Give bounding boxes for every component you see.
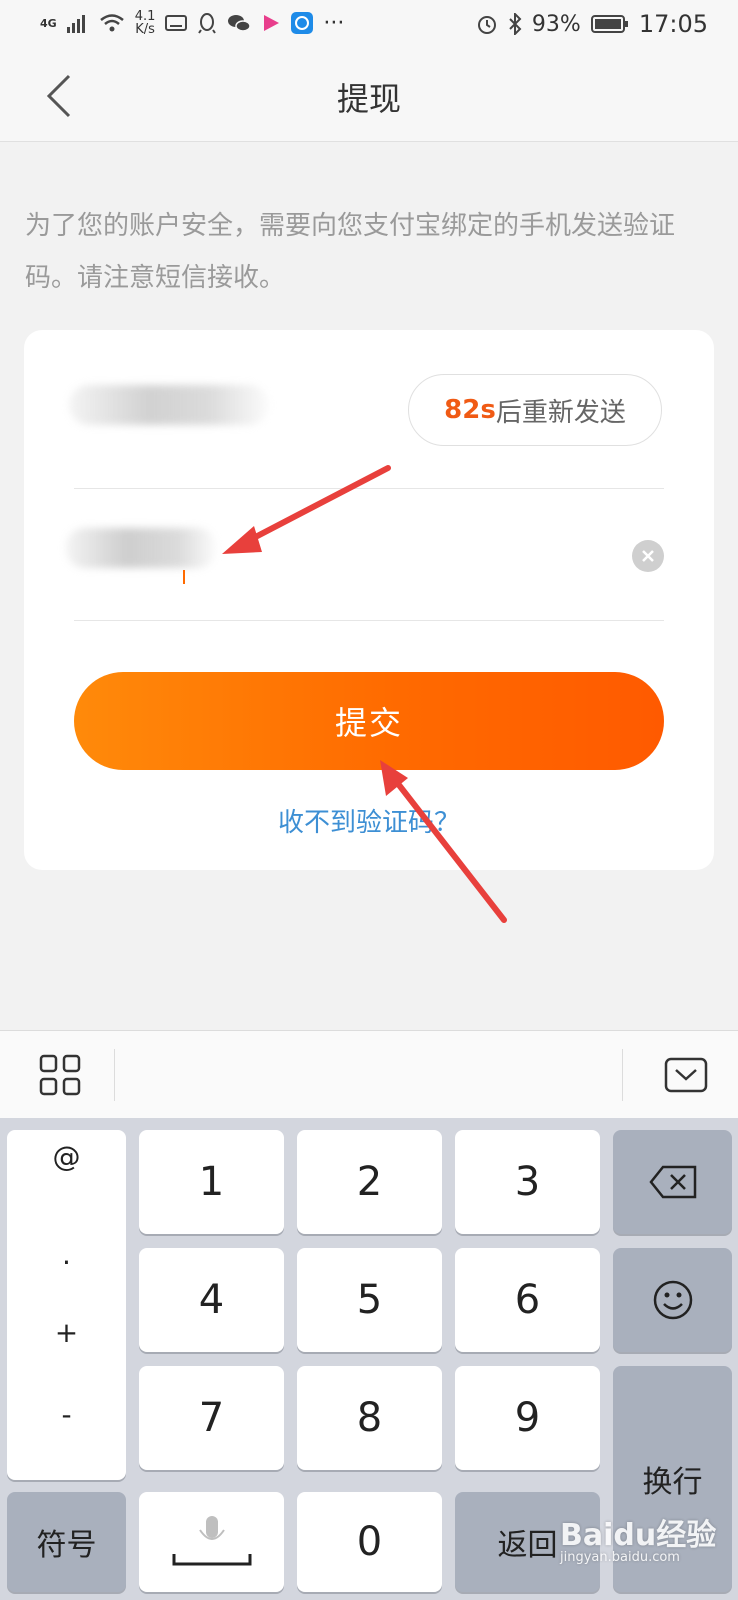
clear-icon bbox=[642, 550, 654, 562]
keyboard-collapse-icon[interactable] bbox=[664, 1057, 708, 1093]
resend-code-button[interactable]: 82s 后重新发送 bbox=[408, 374, 662, 446]
resend-label: 后重新发送 bbox=[495, 397, 626, 428]
key-2[interactable]: 2 bbox=[297, 1130, 442, 1234]
keyboard-icon bbox=[165, 15, 188, 31]
watermark-brand: Baidu经验 bbox=[560, 1518, 717, 1553]
key-7[interactable]: 7 bbox=[139, 1366, 284, 1470]
divider bbox=[74, 620, 664, 621]
page-title: 提现 bbox=[336, 80, 401, 118]
no-code-help-link[interactable]: 收不到验证码？ bbox=[24, 802, 714, 839]
network-speed: 4.1 K/s bbox=[135, 10, 156, 36]
alarm-icon bbox=[477, 16, 496, 34]
nav-bar: 提现 bbox=[0, 52, 738, 142]
key-at[interactable]: @ bbox=[7, 1140, 126, 1173]
network-type: 4G bbox=[40, 16, 57, 30]
keyboard-menu-icon[interactable] bbox=[38, 1053, 84, 1099]
toolbar-separator bbox=[114, 1049, 115, 1101]
verification-card: 82s 后重新发送 提交 收不到验证码？ bbox=[24, 330, 714, 870]
key-6[interactable]: 6 bbox=[455, 1248, 600, 1352]
smiley-icon bbox=[653, 1280, 692, 1320]
battery-icon bbox=[590, 15, 628, 33]
input-caret bbox=[183, 570, 185, 584]
qq-icon bbox=[198, 13, 217, 34]
status-left: 4G 4.1 K/s ··· bbox=[40, 10, 344, 36]
code-value-blurred bbox=[66, 528, 216, 568]
status-right: 93% 17:05 bbox=[476, 10, 708, 38]
divider bbox=[74, 488, 664, 489]
speed-unit: K/s bbox=[135, 22, 155, 37]
key-0[interactable]: 0 bbox=[297, 1492, 442, 1592]
symbols-key[interactable]: 符号 bbox=[7, 1492, 126, 1592]
clear-input-button[interactable] bbox=[632, 540, 664, 572]
key-3[interactable]: 3 bbox=[455, 1130, 600, 1234]
toolbar-separator bbox=[622, 1049, 623, 1101]
key-4[interactable]: 4 bbox=[139, 1248, 284, 1352]
submit-button[interactable]: 提交 bbox=[74, 672, 664, 770]
resend-countdown: 82s bbox=[444, 395, 496, 425]
voice-space-key[interactable] bbox=[139, 1492, 284, 1592]
key-5[interactable]: 5 bbox=[297, 1248, 442, 1352]
wechat-icon bbox=[228, 15, 252, 32]
app-icon bbox=[291, 12, 314, 34]
backspace-icon bbox=[648, 1165, 696, 1199]
key-dot[interactable]: . bbox=[7, 1238, 126, 1271]
signal-icon bbox=[66, 15, 85, 33]
clock: 17:05 bbox=[638, 10, 708, 38]
microphone-icon bbox=[172, 1516, 251, 1566]
phone-number-blurred bbox=[69, 385, 269, 425]
key-1[interactable]: 1 bbox=[139, 1130, 284, 1234]
more-icon: ··· bbox=[323, 10, 345, 36]
symbol-column: @ . + - bbox=[7, 1130, 126, 1480]
keyboard-toolbar bbox=[0, 1030, 738, 1118]
watermark: Baidu经验 jingyan.baidu.com bbox=[560, 1510, 730, 1570]
wifi-icon bbox=[99, 14, 124, 32]
emoji-key[interactable] bbox=[613, 1248, 732, 1352]
key-8[interactable]: 8 bbox=[297, 1366, 442, 1470]
key-minus[interactable]: - bbox=[7, 1398, 126, 1431]
key-plus[interactable]: + bbox=[7, 1316, 126, 1349]
key-9[interactable]: 9 bbox=[455, 1366, 600, 1470]
status-bar: 4G 4.1 K/s ··· 93% 17:05 bbox=[0, 0, 738, 52]
security-notice: 为了您的账户安全，需要向您支付宝绑定的手机发送验证码。请注意短信接收。 bbox=[25, 211, 676, 293]
bluetooth-icon bbox=[509, 13, 522, 35]
video-icon bbox=[264, 15, 280, 31]
backspace-key[interactable] bbox=[613, 1130, 732, 1234]
battery-percent: 93% bbox=[531, 11, 581, 37]
